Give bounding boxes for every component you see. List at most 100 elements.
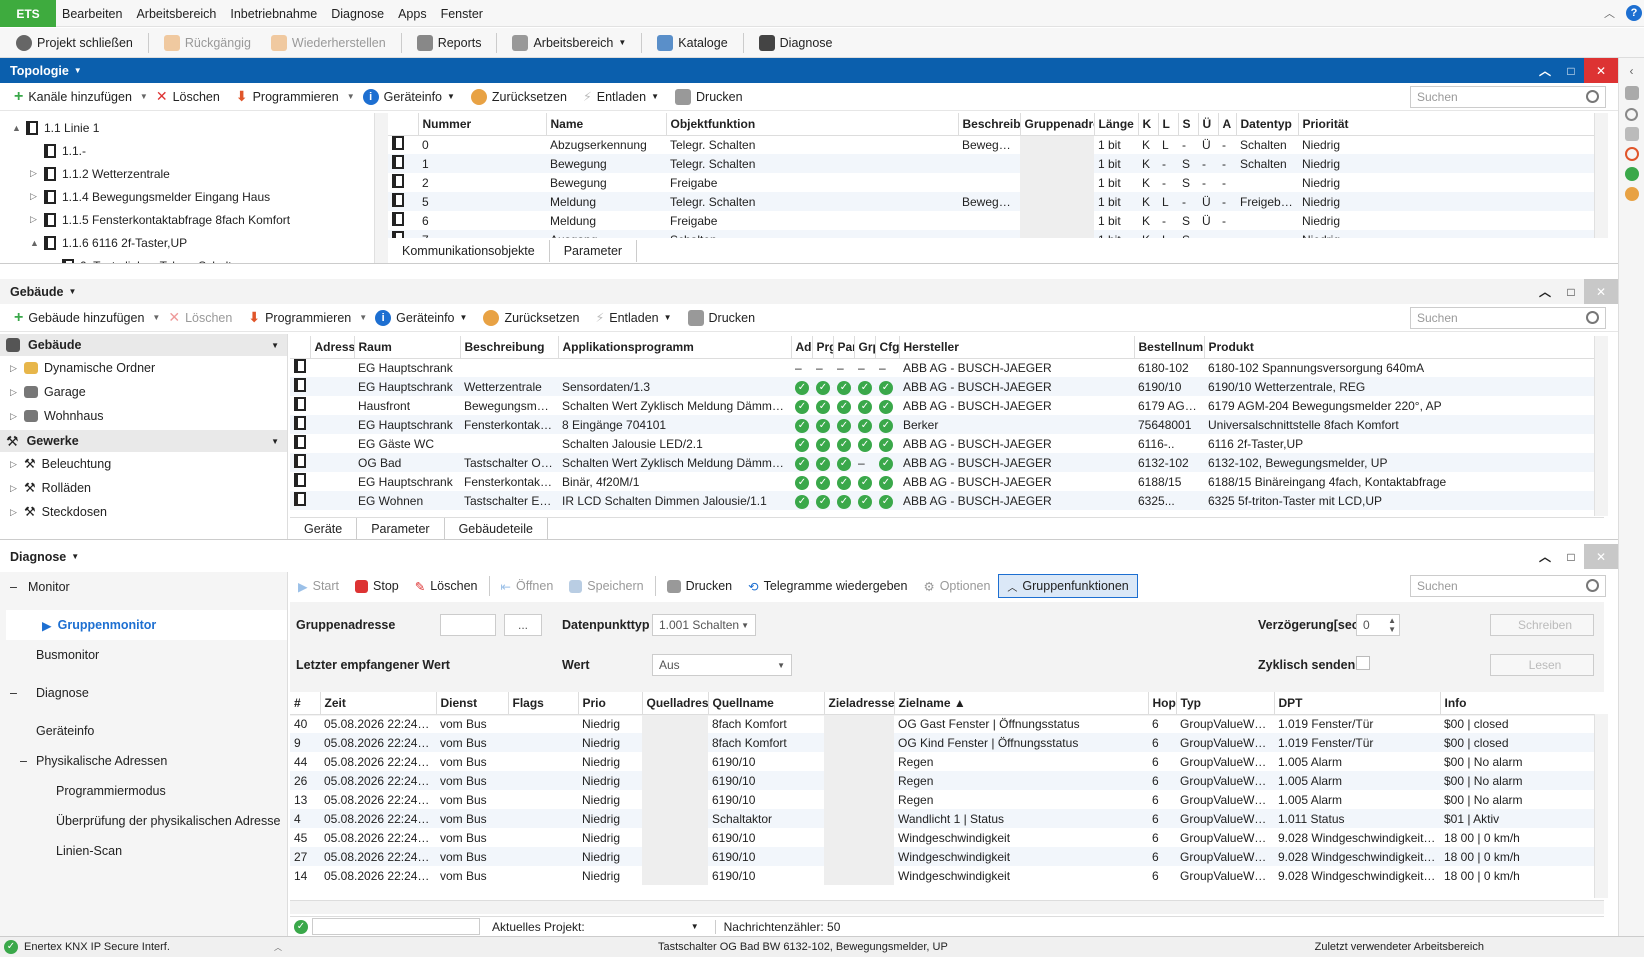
tree-node[interactable]: ▷ 1.1.2 Wetterzentrale [0,162,362,185]
browse-button[interactable]: ... [504,614,542,636]
write-button[interactable]: Schreiben [1490,614,1594,636]
column-header[interactable]: Quellname [708,692,825,715]
datapoint-type-select[interactable]: 1.001 Schalten ▼ [652,614,756,636]
table-row[interactable]: EG Hauptschrank Fensterkontaktab... 8 Eing… [290,415,1604,434]
dropdown-arrow-icon[interactable]: ▼ [69,287,77,296]
tree-node[interactable]: ▷ 1.1.5 Fensterkontaktabfrage 8fach Komfo… [0,208,362,231]
options-button[interactable]: ⚙ Optionen [915,573,998,599]
tab-0[interactable]: Geräte [290,517,358,540]
tree-item-wohnhaus[interactable]: ▷ Wohnhaus [0,404,287,428]
diagnose-title[interactable]: Diagnose [10,550,66,564]
gebaeude-title[interactable]: Gebäude [10,285,64,299]
column-header[interactable]: Zielname ▲ [894,692,1149,715]
monitor-group[interactable]: – Monitor [0,572,287,602]
topologie-title[interactable]: Topologie [10,64,69,78]
tab-1[interactable]: Parameter [357,517,445,540]
dropdown-arrow-icon[interactable]: ▼ [152,313,160,322]
column-header[interactable]: Prio [578,692,643,715]
undo-icon[interactable] [1624,187,1639,201]
table-row[interactable]: EG Hauptschrank – – – – – ABB AG - BUSCH-JAEGE… [290,358,1604,377]
dropdown-arrow-icon[interactable]: ▼ [74,66,82,75]
table-row[interactable]: EG Hauptschrank Fensterkontaktab... Binär,… [290,472,1604,491]
collapse-ribbon-icon[interactable]: ︿ [1604,5,1615,21]
close-project-button[interactable]: Projekt schließen [8,30,141,56]
column-header[interactable]: Applikationsprogramm [558,336,792,359]
column-header[interactable]: Dienst [436,692,509,715]
menu-diagnose[interactable]: Diagnose [331,7,384,21]
table-row[interactable]: 2705.08.2026 22:24:25,7...vom Bus Niedrig… [290,847,1604,866]
tab-0[interactable]: Kommunikationsobjekte [388,240,550,262]
column-header[interactable]: Bestellnum [1134,336,1205,359]
column-header[interactable]: Typ [1176,692,1275,715]
dropdown-arrow-icon[interactable]: ▼ [691,922,699,931]
tree-item-dynamic-folders[interactable]: ▷ Dynamische Ordner [0,356,287,380]
table-scrollbar[interactable] [1594,113,1608,238]
reset-button[interactable]: Zurücksetzen [475,305,587,331]
maximize-panel-icon[interactable]: □ [1558,279,1584,304]
tree-node[interactable]: 1.1.- [0,139,362,162]
column-header[interactable]: S [1178,113,1199,136]
tab-2[interactable]: Gebäudeteile [445,517,548,540]
help-icon[interactable]: ? [1626,5,1642,21]
column-header[interactable]: K [1138,113,1159,136]
busmonitor-item[interactable]: Busmonitor [0,640,287,670]
maximize-panel-icon[interactable]: □ [1558,58,1584,83]
start-button[interactable]: ▶ Start [290,573,347,599]
program-button[interactable]: ⬇ Programmieren [228,84,347,110]
table-row[interactable]: EG Hauptschrank Wetterzentrale Sensordaten… [290,377,1604,396]
delay-input[interactable]: 0 ▲ ▼ [1356,614,1400,636]
close-panel-icon[interactable]: ✕ [1584,58,1618,83]
column-header[interactable]: Flags [508,692,579,715]
collapse-panel-icon[interactable]: ︿ [1532,279,1558,304]
column-header[interactable]: Hersteller [899,336,1135,359]
delete-button[interactable]: ✎ Löschen [407,573,486,599]
expander-icon[interactable]: ▲ [30,238,44,248]
group-address-input[interactable] [440,614,496,636]
diagnose-search-input[interactable]: Suchen [1410,575,1606,597]
menu-apps[interactable]: Apps [398,7,427,21]
print-button[interactable]: Drucken [667,84,751,110]
search-icon[interactable] [1625,108,1638,121]
column-header[interactable]: Raum [354,336,461,359]
table-row[interactable]: 45 05.08.2026 22:24:30,6... vom Bus Niedrig… [290,828,1604,847]
column-header[interactable]: Objektfunktion [666,113,959,136]
device-info-button[interactable]: i Geräteinfo ▼ [367,305,475,331]
reports-button[interactable]: Reports [409,30,490,56]
linien-scan-item[interactable]: Linien-Scan [0,836,287,866]
column-header[interactable]: Cfg [875,336,900,359]
tree-item-rollaeden[interactable]: ▷ ⚒ Rolläden [0,476,287,500]
address-check-item[interactable]: Überprüfung der physikalischen Adresse [0,806,287,836]
table-row[interactable]: 2605.08.2026 22:24:25,5...vom Bus Niedrig… [290,771,1604,790]
tree-item-beleuchtung[interactable]: ▷ ⚒ Beleuchtung [0,452,287,476]
column-header[interactable]: Name [546,113,667,136]
column-header[interactable]: Priorität [1298,113,1604,136]
search-icon[interactable] [1586,579,1599,592]
tree-node[interactable]: ▲ 1.1.6 6116 2f-Taster,UP [0,231,362,254]
device-info-button[interactable]: i Geräteinfo ▼ [355,84,463,110]
table-row[interactable]: 44 05.08.2026 22:24:30,... vom Bus Niedrig 6… [290,752,1604,771]
spinner-icon[interactable]: ▲ ▼ [1388,616,1396,634]
delete-button[interactable]: ✕ Löschen [148,84,228,110]
diagnose-button[interactable]: Diagnose [751,30,841,56]
column-header[interactable]: L [1158,113,1179,136]
programmiermodus-item[interactable]: Programmiermodus [0,776,287,806]
column-header[interactable]: Adresse [310,336,355,359]
column-header[interactable]: Prg [812,336,834,359]
column-header[interactable]: Nummer [418,113,547,136]
dropdown-arrow-icon[interactable]: ▼ [140,92,148,101]
column-header[interactable]: Datentyp [1236,113,1299,136]
dropdown-arrow-icon[interactable]: ▼ [347,92,355,101]
expander-icon[interactable]: ▲ [12,123,26,133]
replay-telegrams-button[interactable]: ⟲ Telegramme wiedergeben [740,573,915,599]
table-row[interactable]: 40 05.08.2026 22:24:29,9... vom Bus Niedrig… [290,714,1604,733]
column-header[interactable]: Ü [1198,113,1219,136]
tree-node[interactable]: ▷ 1.1.4 Bewegungsmelder Eingang Haus [0,185,362,208]
column-header[interactable]: Hop [1148,692,1177,715]
table-row[interactable]: 14 05.08.2026 22:24:20,6... vom Bus Niedrig… [290,866,1604,885]
expander-icon[interactable]: ▷ [30,214,44,225]
unload-button[interactable]: ⚡ Entladen ▼ [575,84,667,110]
clock-icon[interactable] [1624,147,1639,161]
redo-button[interactable]: Wiederherstellen [263,30,394,56]
maximize-panel-icon[interactable]: □ [1558,544,1584,569]
column-header[interactable]: Zeit [320,692,437,715]
